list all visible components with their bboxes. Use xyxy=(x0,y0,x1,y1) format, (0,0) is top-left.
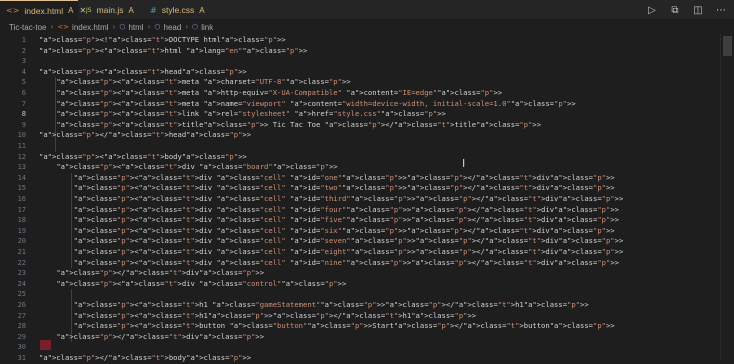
html-file-icon: <> xyxy=(6,6,20,15)
code-line[interactable]: "a">class="p"><"a">class="t">meta "a">ht… xyxy=(39,88,502,99)
line-number: 4 xyxy=(21,67,26,76)
line-number: 13 xyxy=(17,163,26,172)
line-number: 12 xyxy=(17,152,26,161)
line-number: 28 xyxy=(17,322,26,331)
editor-actions: ▷ ⧉ ◫ ⋯ xyxy=(645,3,728,17)
split-editor-icon[interactable]: ◫ xyxy=(691,3,705,17)
line-number: 6 xyxy=(21,89,26,97)
code-line[interactable]: "a">class="p"><"a">class="t">head"a">cla… xyxy=(39,67,247,78)
line-number: 14 xyxy=(17,173,26,182)
compare-icon[interactable]: ⧉ xyxy=(668,3,682,17)
tab-style-css[interactable]: # style.css A xyxy=(144,0,205,20)
line-number: 7 xyxy=(21,99,26,108)
code-line[interactable]: "a">class="p"><"a">class="t">div "a">cla… xyxy=(39,162,337,173)
breadcrumb-folder[interactable]: Tic-tac-toe xyxy=(9,23,47,32)
symbol-icon: ⬡ xyxy=(154,23,161,31)
scrollbar-thumb[interactable] xyxy=(723,36,732,56)
code-line[interactable]: "a">class="p"><"a">class="t">div "a">cla… xyxy=(39,205,619,216)
tab-main-js[interactable]: JS main.js A xyxy=(80,0,142,20)
code-line[interactable]: "a">class="p"></"a">class="t">div"a">cla… xyxy=(39,332,264,343)
line-number: 26 xyxy=(17,301,26,309)
code-line[interactable]: "a">class="p"><"a">class="t">body"a">cla… xyxy=(39,152,247,163)
code-editor[interactable]: 1 2 3 4 5 6 7 8 9 10 11 12 13 14 15 16 17 18 19 20 21 22 23 24 2… xyxy=(0,34,734,362)
breadcrumb-html[interactable]: html xyxy=(128,23,143,32)
line-number: 21 xyxy=(17,248,26,256)
code-line[interactable]: "a">class="p"><"a">class="t">title"a">cl… xyxy=(39,120,541,131)
breadcrumb-link[interactable]: link xyxy=(201,23,213,32)
css-file-icon: # xyxy=(150,5,157,15)
code-line[interactable]: "a">class="p"><"a">class="t">div "a">cla… xyxy=(39,183,615,194)
code-line[interactable]: "a">class="p"><"a">class="t">div "a">cla… xyxy=(39,258,619,269)
line-number: 2 xyxy=(21,46,26,55)
code-line[interactable]: "a">class="p"><"a">class="t">h1"a">class… xyxy=(39,311,477,322)
code-line[interactable]: "a">class="p"><"a">class="t">link "a">re… xyxy=(39,109,446,120)
tab-bar: <> index.html A ✕ JS main.js A # style.c… xyxy=(0,0,734,20)
text-cursor-icon: I xyxy=(462,157,466,170)
symbol-icon: ⬡ xyxy=(192,23,199,31)
symbol-icon: ⬡ xyxy=(119,23,126,31)
line-number: 15 xyxy=(17,184,26,193)
line-number: 3 xyxy=(21,57,26,66)
code-line[interactable]: "a">class="p"><"a">class="t">div "a">cla… xyxy=(39,236,624,247)
line-number: 11 xyxy=(17,142,26,150)
line-number: 25 xyxy=(17,290,26,299)
line-number: 31 xyxy=(17,354,26,362)
tab-label: style.css xyxy=(161,5,195,15)
code-line[interactable]: "a">class="p"><"a">class="t">div "a">cla… xyxy=(39,226,615,237)
breadcrumb-file[interactable]: index.html xyxy=(72,23,108,32)
line-number: 29 xyxy=(17,332,26,341)
code-line[interactable]: "a">class="p"><"a">class="t">div "a">cla… xyxy=(39,279,346,290)
line-number: 18 xyxy=(17,216,26,225)
code-line[interactable]: "a">class="p"><"a">class="t">meta "a">na… xyxy=(39,99,575,110)
code-line[interactable]: "a">class="p"><"a">class="t">meta "a">ch… xyxy=(39,77,350,88)
line-number: 27 xyxy=(17,311,26,320)
tab-badge: A xyxy=(68,6,74,15)
tab-label: main.js xyxy=(96,5,124,15)
line-number: 16 xyxy=(17,195,26,203)
html-file-icon: <> xyxy=(57,23,70,31)
tab-badge: A xyxy=(199,5,205,15)
line-number: 20 xyxy=(17,237,26,246)
code-line[interactable]: "a">class="p"></"a">class="t">div"a">cla… xyxy=(39,268,264,279)
code-line[interactable]: "a">class="p"><"a">class="t">div "a">cla… xyxy=(39,247,624,258)
scrollbar[interactable] xyxy=(720,34,734,360)
code-line[interactable]: "a">class="p"><"a">class="t">button "a">… xyxy=(39,321,615,332)
line-number: 19 xyxy=(17,226,26,235)
line-number: 24 xyxy=(17,279,26,288)
tab-index-html[interactable]: <> index.html A ✕ xyxy=(0,0,86,20)
chevron-right-icon: › xyxy=(50,23,54,31)
code-line[interactable]: "a">class="p"><"a">class="t">div "a">cla… xyxy=(39,173,615,184)
line-number: 17 xyxy=(17,205,26,214)
error-marker xyxy=(40,340,51,350)
breadcrumb: Tic-tac-toe › <> index.html › ⬡ html › ⬡… xyxy=(0,20,734,34)
code-line[interactable]: "a">class="p"></"a">class="t">body"a">cl… xyxy=(39,353,251,364)
more-icon[interactable]: ⋯ xyxy=(714,3,728,17)
code-line[interactable]: "a">class="p"></"a">class="t">head"a">cl… xyxy=(39,130,251,141)
line-number: 10 xyxy=(17,131,26,140)
code-line[interactable]: "a">class="p"><"a">class="t">div "a">cla… xyxy=(39,194,624,205)
code-line[interactable]: "a">class="p"><"a">class="t">div "a">cla… xyxy=(39,215,619,226)
chevron-right-icon: › xyxy=(185,23,189,31)
run-icon[interactable]: ▷ xyxy=(645,3,659,17)
chevron-right-icon: › xyxy=(147,23,151,31)
js-file-icon: JS xyxy=(86,6,92,14)
line-number: 30 xyxy=(17,343,26,352)
tab-label: index.html xyxy=(24,5,64,16)
breadcrumb-head[interactable]: head xyxy=(164,23,182,32)
line-number: 5 xyxy=(21,78,26,87)
line-number: 22 xyxy=(17,258,26,267)
chevron-right-icon: › xyxy=(112,23,116,31)
line-number: 8 xyxy=(21,110,26,119)
code-line[interactable]: "a">class="p"><"a">class="t">html "a">la… xyxy=(39,46,307,57)
line-number: 23 xyxy=(17,269,26,278)
line-number: 9 xyxy=(21,120,26,129)
line-number: 1 xyxy=(21,36,26,44)
code-line[interactable]: "a">class="p"><!"a">class="t">DOCTYPE ht… xyxy=(39,35,286,46)
code-line[interactable]: "a">class="p"><"a">class="t">h1 "a">clas… xyxy=(39,300,589,311)
tab-badge: A xyxy=(128,5,134,15)
